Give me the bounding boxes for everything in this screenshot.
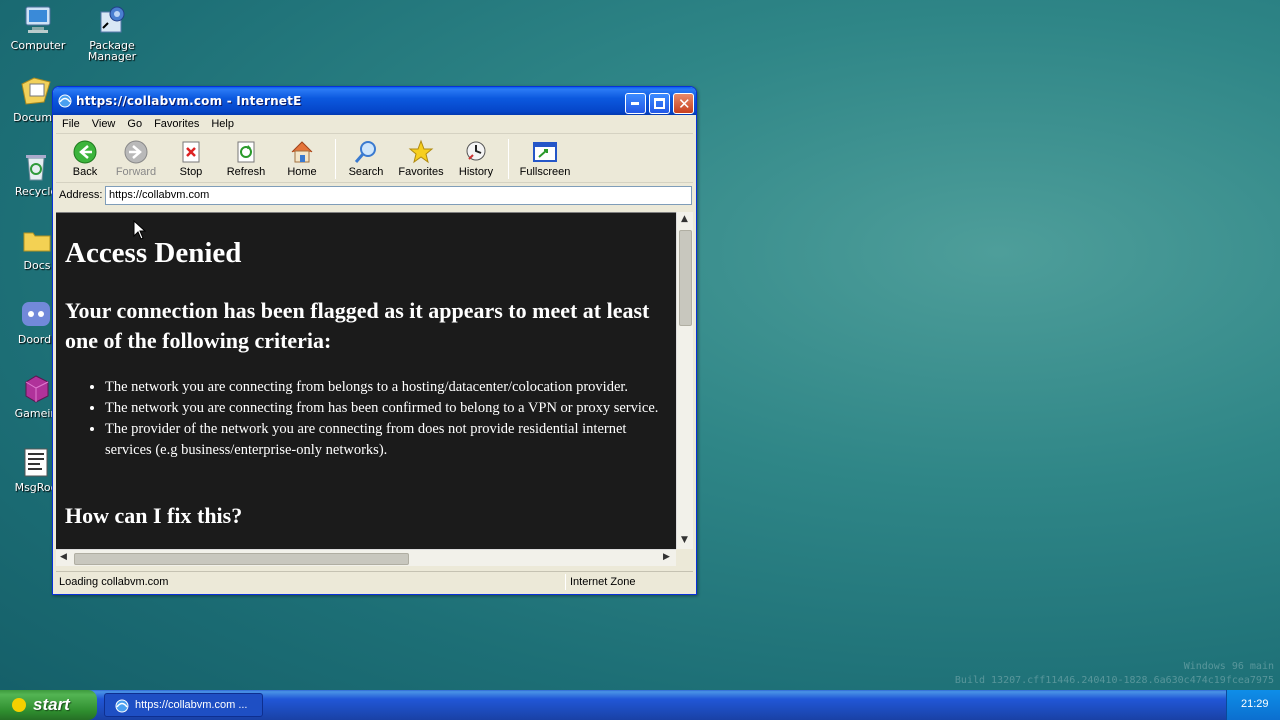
watermark-line-1: Windows 96 main: [1183, 661, 1274, 672]
fullscreen-icon: [532, 139, 558, 165]
horizontal-scrollbar[interactable]: ◀ ▶: [56, 549, 676, 566]
list-item: The provider of the network you are conn…: [105, 419, 665, 461]
home-label: Home: [287, 166, 317, 178]
search-label: Search: [348, 166, 384, 178]
fix-heading: How can I fix this?: [65, 503, 243, 528]
scroll-down-icon[interactable]: ▼: [681, 535, 688, 545]
star-icon: [408, 139, 434, 165]
back-label: Back: [72, 166, 98, 178]
desktop-icon-label: Computer: [10, 40, 66, 51]
menu-favorites[interactable]: Favorites: [148, 115, 205, 130]
search-button[interactable]: Search: [338, 137, 394, 181]
menu-file[interactable]: File: [56, 115, 86, 130]
stop-label: Stop: [179, 166, 203, 178]
close-button[interactable]: ✕: [673, 93, 694, 114]
page-subheading: Your connection has been flagged as it a…: [65, 298, 650, 353]
history-icon: [463, 139, 489, 165]
toolbar-separator: [335, 139, 336, 179]
desktop-icon-computer[interactable]: Computer: [2, 4, 74, 51]
back-arrow-icon: [72, 139, 98, 165]
taskbar-item-browser[interactable]: https://collabvm.com ...: [104, 693, 263, 717]
favorites-button[interactable]: Favorites: [393, 137, 449, 181]
page-heading: Access Denied: [65, 237, 242, 269]
home-button[interactable]: Home: [274, 137, 330, 181]
history-label: History: [458, 166, 494, 178]
game-icon: [20, 372, 52, 404]
fullscreen-button[interactable]: Fullscreen: [513, 137, 577, 181]
status-text: Loading collabvm.com: [59, 576, 169, 588]
package-manager-icon: [96, 4, 128, 36]
forward-label: Forward: [115, 166, 157, 178]
maximize-button[interactable]: [649, 93, 670, 114]
close-icon: ✕: [678, 95, 691, 113]
minimize-button[interactable]: [625, 93, 646, 114]
status-divider: [565, 574, 566, 590]
folder-icon: [21, 224, 53, 256]
start-logo-icon: [12, 698, 26, 712]
scroll-left-icon[interactable]: ◀: [60, 552, 67, 562]
forward-arrow-icon: [123, 139, 149, 165]
scrollbar-corner: [676, 549, 693, 566]
mouse-cursor-icon: [133, 219, 147, 243]
forward-button[interactable]: Forward: [108, 137, 164, 181]
address-input[interactable]: https://collabvm.com: [105, 186, 692, 205]
stop-icon: [178, 139, 204, 165]
home-icon: [289, 139, 315, 165]
desktop-icon-label: Package Manager: [87, 40, 137, 62]
refresh-icon: [233, 139, 259, 165]
web-page-content: Access Denied Your connection has been f…: [56, 212, 676, 549]
system-tray: 21:29: [1226, 690, 1280, 720]
browser-window: https://collabvm.com - InternetE ✕ File V…: [52, 86, 697, 595]
build-watermark: Windows 96 main Build 13207.cff11446.240…: [955, 660, 1274, 688]
computer-icon: [22, 4, 54, 36]
status-bar: Loading collabvm.com Internet Zone: [56, 571, 693, 592]
back-button[interactable]: Back: [57, 137, 113, 181]
list-item: The network you are connecting from has …: [105, 398, 665, 419]
menu-view[interactable]: View: [86, 115, 122, 130]
title-bar[interactable]: https://collabvm.com - InternetE ✕: [53, 87, 696, 115]
search-icon: [353, 139, 379, 165]
toolbar-separator: [508, 139, 509, 179]
documents-icon: [20, 76, 52, 108]
vertical-scroll-thumb[interactable]: [679, 230, 692, 326]
fullscreen-label: Fullscreen: [519, 166, 571, 178]
watermark-line-2: Build 13207.cff11446.240410-1828.6a630c4…: [954, 675, 1274, 686]
list-item: The network you are connecting from belo…: [105, 377, 665, 398]
minimize-icon: [631, 102, 639, 105]
taskbar-item-label: https://collabvm.com ...: [135, 699, 248, 711]
desktop-icon-package-manager[interactable]: Package Manager: [76, 4, 148, 62]
scroll-up-icon[interactable]: ▲: [681, 214, 688, 224]
menu-bar: File View Go Favorites Help: [56, 115, 693, 134]
favorites-label: Favorites: [398, 166, 444, 178]
refresh-button[interactable]: Refresh: [218, 137, 274, 181]
maximize-icon: [654, 98, 665, 109]
internet-explorer-icon: [57, 93, 73, 109]
security-zone: Internet Zone: [570, 576, 636, 588]
clock[interactable]: 21:29: [1241, 698, 1269, 710]
refresh-label: Refresh: [226, 166, 266, 178]
vertical-scrollbar[interactable]: ▲ ▼: [676, 212, 693, 549]
stop-button[interactable]: Stop: [163, 137, 219, 181]
address-label: Address:: [59, 189, 103, 201]
toolbar: Back Forward Stop Refresh Home Search Fa…: [56, 135, 693, 183]
scroll-right-icon[interactable]: ▶: [663, 552, 670, 562]
menu-help[interactable]: Help: [205, 115, 240, 130]
taskbar: start https://collabvm.com ... 21:29: [0, 690, 1280, 720]
internet-explorer-icon: [114, 698, 130, 714]
criteria-list: The network you are connecting from belo…: [105, 377, 665, 461]
history-button[interactable]: History: [448, 137, 504, 181]
start-label: start: [33, 695, 70, 714]
window-title: https://collabvm.com - InternetE: [76, 94, 302, 108]
discord-icon: [20, 298, 52, 330]
start-button[interactable]: start: [0, 690, 97, 720]
horizontal-scroll-thumb[interactable]: [74, 553, 409, 565]
address-bar: Address: https://collabvm.com: [56, 184, 693, 208]
msgroom-icon: [20, 446, 52, 478]
menu-go[interactable]: Go: [121, 115, 148, 130]
recycle-bin-icon: [20, 150, 52, 182]
